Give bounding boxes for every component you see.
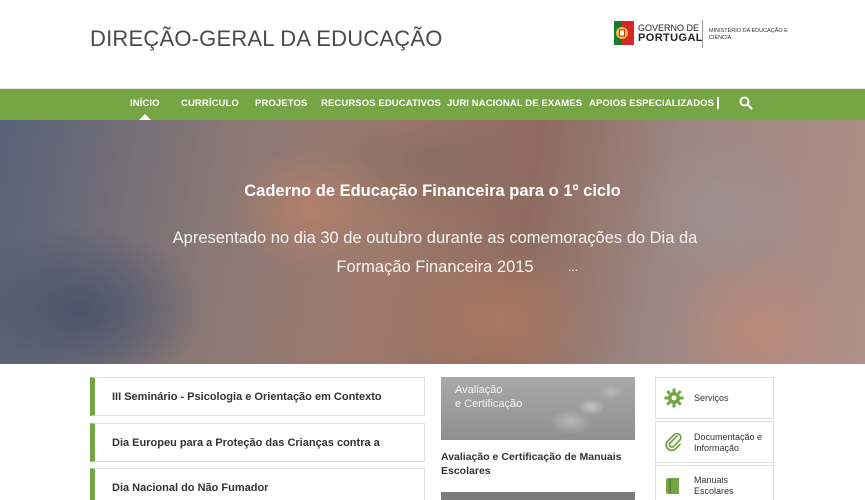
hero-banner[interactable]: Caderno de Educação Financeira para o 1º…: [0, 120, 865, 364]
next-featured-image[interactable]: [441, 492, 635, 500]
portugal-emblem-icon: [614, 21, 634, 45]
nav-item-apoios-especializados[interactable]: APOIOS ESPECIALIZADOS: [589, 89, 714, 120]
government-logo[interactable]: GOVERNO DE PORTUGAL MINISTÉRIO DA EDUCAÇ…: [614, 20, 794, 50]
gov-bottom-text: PORTUGAL: [638, 32, 703, 44]
service-label: Manuais Escolares: [694, 475, 734, 496]
hero-title[interactable]: Caderno de Educação Financeira para o 1º…: [0, 182, 865, 201]
featured-image-line2: e Certificação: [455, 398, 523, 410]
nav-item-curriculo[interactable]: CURRÍCULO: [181, 89, 239, 120]
nav-item-projetos[interactable]: PROJETOS: [255, 89, 307, 120]
service-item-manuais[interactable]: Manuais Escolares: [655, 465, 774, 500]
service-label: Documentação e Informação: [694, 432, 763, 453]
site-title[interactable]: DIREÇÃO-GERAL DA EDUCAÇÃO: [90, 26, 443, 52]
featured-image-map: [531, 377, 635, 440]
ministry-name: MINISTÉRIO DA EDUCAÇÃO E CIÊNCIA: [709, 28, 788, 41]
paperclip-icon: [665, 432, 682, 452]
active-nav-indicator: [139, 114, 151, 120]
service-item-servicos[interactable]: Serviços: [655, 377, 774, 419]
news-item-label: Dia Nacional do Não Fumador: [112, 482, 269, 494]
featured-image[interactable]: Avaliação e Certificação: [441, 377, 635, 440]
news-item[interactable]: Dia Nacional do Não Fumador: [90, 468, 425, 500]
logo-divider: [702, 20, 703, 48]
news-item-label: III Seminário - Psicologia e Orientação …: [112, 391, 382, 403]
featured-title[interactable]: Avaliação e Certificação de Manuais Esco…: [441, 450, 641, 478]
news-item[interactable]: Dia Europeu para a Proteção das Crianças…: [90, 423, 425, 462]
news-item-label: Dia Europeu para a Proteção das Crianças…: [112, 437, 380, 449]
service-item-documentacao[interactable]: Documentação e Informação: [655, 421, 774, 463]
featured-image-caption: Avaliação e Certificação: [455, 383, 522, 411]
featured-image-line1: Avaliação: [455, 384, 503, 396]
hero-read-more[interactable]: ...: [568, 260, 578, 274]
search-icon[interactable]: [739, 96, 753, 110]
main-navigation: INÍCIO CURRÍCULO PROJETOS RECURSOS EDUCA…: [0, 89, 865, 120]
book-icon: [666, 478, 679, 494]
site-header: DIREÇÃO-GERAL DA EDUCAÇÃO GOVERNO DE POR…: [0, 0, 865, 89]
news-item[interactable]: III Seminário - Psicologia e Orientação …: [90, 377, 425, 416]
hero-subtitle: Apresentado no dia 30 de outubro durante…: [172, 229, 698, 276]
service-label: Serviços: [694, 393, 729, 403]
nav-separator: [717, 97, 719, 109]
government-wordmark: GOVERNO DE PORTUGAL: [638, 23, 703, 44]
gear-icon: [664, 388, 684, 408]
nav-item-juri-nacional[interactable]: JURI NACIONAL DE EXAMES: [447, 89, 582, 120]
nav-item-recursos-educativos[interactable]: RECURSOS EDUCATIVOS: [321, 89, 441, 120]
